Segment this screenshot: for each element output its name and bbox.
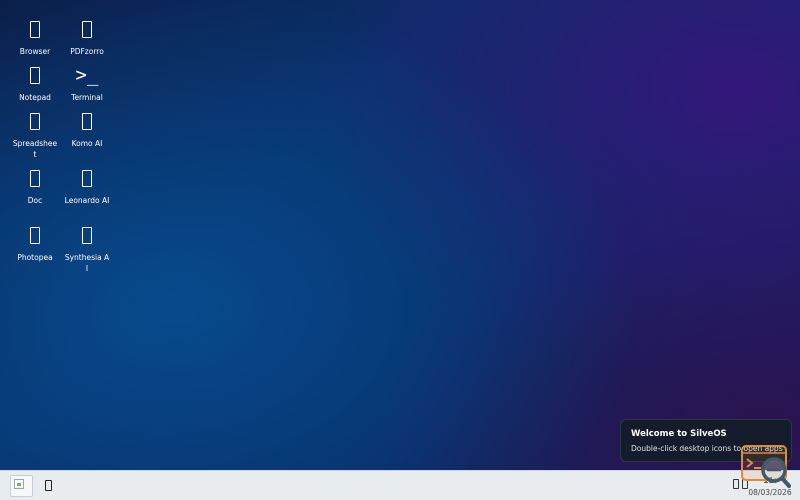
desktop-icon-label: Synthesia AI	[64, 253, 110, 273]
komo-ai-icon	[82, 108, 92, 134]
leonardo-ai-icon	[82, 165, 92, 191]
desktop-icon-label: Doc	[27, 196, 43, 205]
desktop-icon-pdfzorro[interactable]: PDFzorro	[61, 16, 113, 57]
desktop-icon-label: Photopea	[17, 253, 53, 262]
terminal-search-icon	[741, 445, 791, 488]
tray-icon[interactable]	[733, 479, 739, 489]
notepad-icon	[30, 62, 40, 88]
desktop-icon-label: Browser	[19, 47, 51, 56]
desktop-icon-spreadsheet[interactable]: Spreadsheet	[9, 108, 61, 160]
photopea-icon	[30, 222, 40, 248]
desktop-icon-label: Spreadsheet	[12, 139, 58, 159]
browser-icon	[30, 16, 40, 42]
pdfzorro-icon	[82, 16, 92, 42]
desktop-icon-label: Notepad	[19, 93, 51, 102]
desktop-icon-synthesia-ai[interactable]: Synthesia AI	[61, 222, 113, 274]
desktop-icon-label: Komo AI	[71, 139, 103, 148]
desktop-icon-notepad[interactable]: Notepad	[9, 62, 61, 103]
desktop-icon-label: Leonardo AI	[64, 196, 110, 205]
desktop-icon-photopea[interactable]: Photopea	[9, 222, 61, 263]
taskbar: 11: 08/03/2026	[0, 470, 800, 500]
desktop-icon-terminal[interactable]: >_ Terminal	[61, 62, 113, 103]
doc-icon	[30, 165, 40, 191]
desktop-icon-browser[interactable]: Browser	[9, 16, 61, 57]
desktop-icon-label: Terminal	[71, 93, 103, 102]
notification-title: Welcome to SilveOS	[631, 429, 727, 439]
broken-image-icon	[14, 479, 24, 489]
start-button[interactable]	[10, 475, 33, 497]
spreadsheet-icon	[30, 108, 40, 134]
desktop-icon-komo-ai[interactable]: Komo AI	[61, 108, 113, 149]
desktop-icon-leonardo-ai[interactable]: Leonardo AI	[61, 165, 113, 206]
desktop-icon-label: PDFzorro	[70, 47, 104, 56]
synthesia-ai-icon	[82, 222, 92, 248]
desktop: Browser PDFzorro Notepad >_ Terminal Spr…	[0, 0, 800, 470]
terminal-icon: >_	[75, 64, 99, 86]
desktop-icon-doc[interactable]: Doc	[9, 165, 61, 206]
clock-date: 08/03/2026	[748, 488, 792, 497]
taskbar-app-icon[interactable]	[45, 480, 52, 491]
